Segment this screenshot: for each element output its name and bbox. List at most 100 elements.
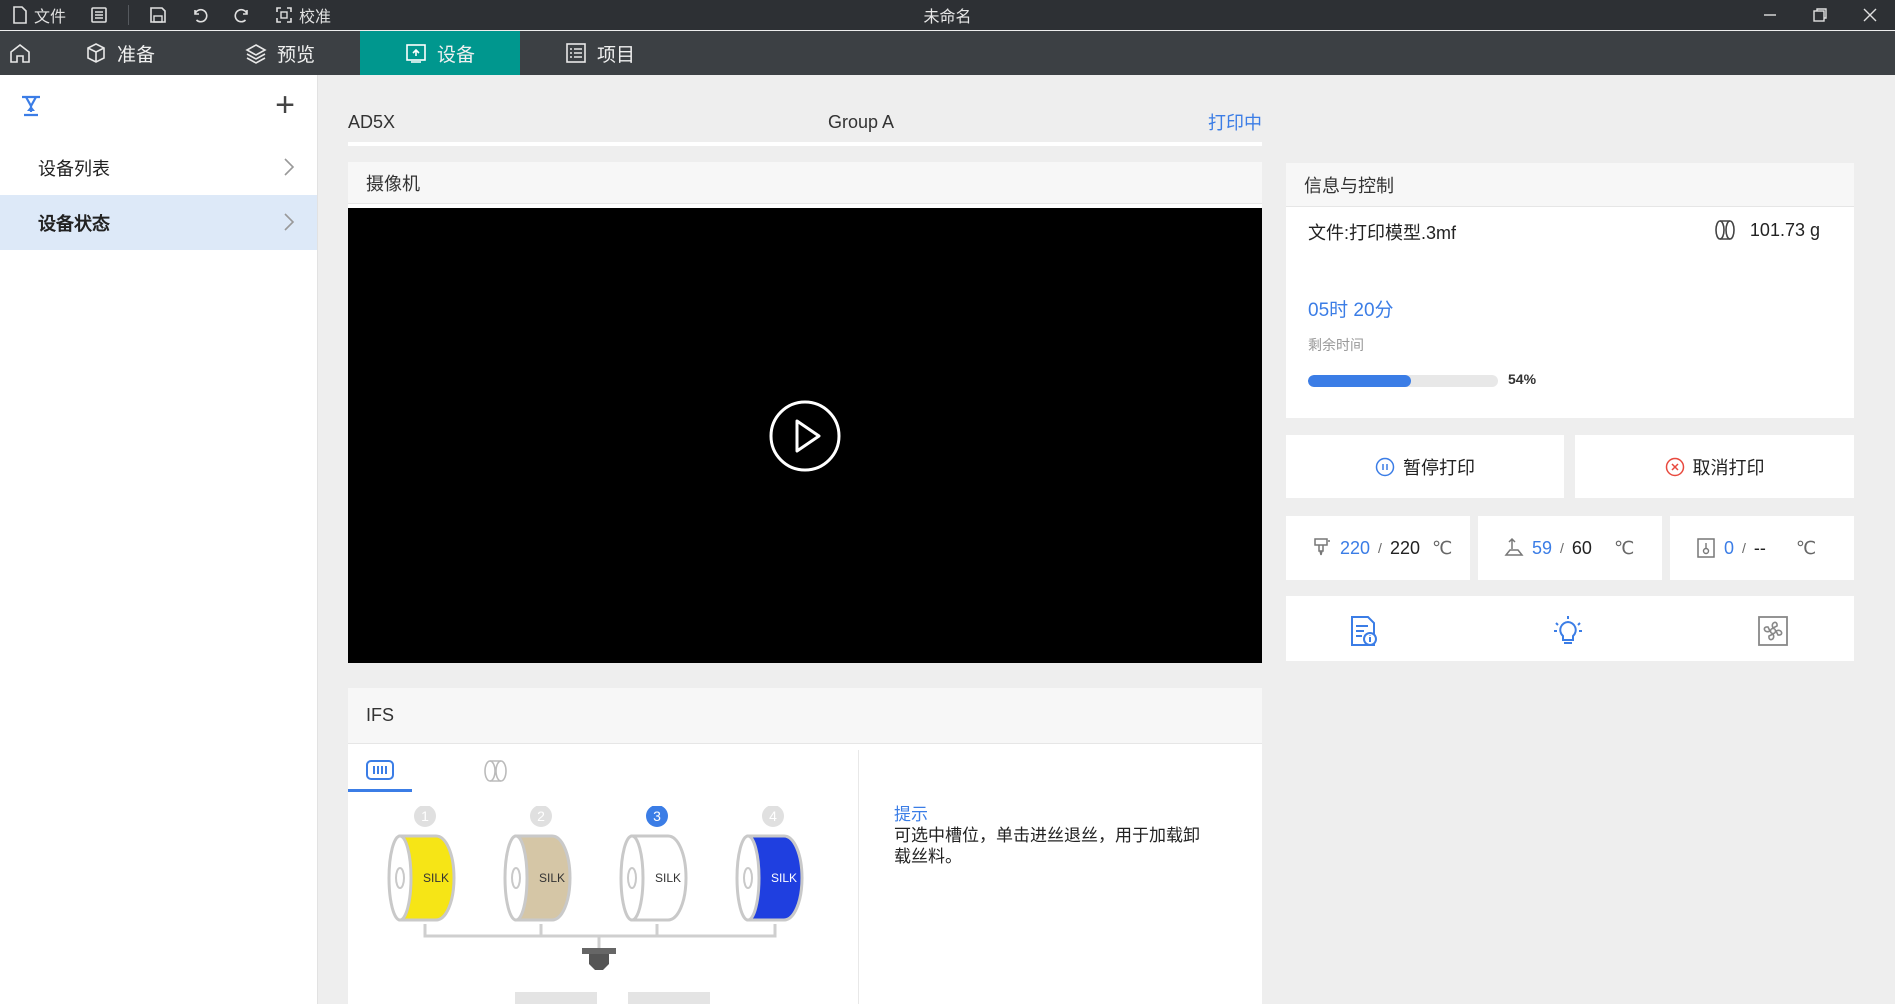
print-progress-fill	[1308, 375, 1411, 387]
sidebar-item-label: 设备列表	[38, 158, 110, 179]
ifs-slot-3[interactable]: 3 SILK	[619, 806, 688, 922]
cancel-icon	[1665, 457, 1684, 476]
extruder	[582, 948, 616, 954]
tab-prepare[interactable]: 准备	[40, 31, 200, 75]
sidebar: + 设备列表 设备状态	[0, 75, 318, 1004]
device-name: AD5X	[348, 111, 396, 132]
sidebar-item-device-status[interactable]: 设备状态	[0, 195, 317, 250]
print-progress-text: 54%	[1508, 371, 1537, 387]
slot-number: 3	[653, 808, 661, 824]
menu-button[interactable]	[78, 0, 120, 30]
play-icon[interactable]	[768, 399, 842, 473]
cube-icon	[87, 43, 105, 63]
menu-icon	[91, 7, 107, 23]
tab-preview[interactable]: 预览	[200, 31, 360, 75]
tab-project[interactable]: 项目	[520, 31, 680, 75]
bed-temperature[interactable]: 59 / 60 ℃	[1478, 516, 1662, 580]
ifs-panel: IFS 1 SILK 2 SILK 3 SILK 4 SILK 提示 可选中槽位…	[348, 688, 1262, 1004]
pause-icon	[1375, 457, 1395, 476]
save-button[interactable]	[137, 0, 179, 30]
ifs-slot-1[interactable]: 1 SILK	[387, 806, 456, 922]
ifs-divider	[858, 750, 859, 1004]
filament-slots: 1 SILK 2 SILK 3 SILK 4 SILK	[387, 806, 804, 1004]
ifs-tip: 提示 可选中槽位，单击进丝退丝，用于加载卸载丝料。	[894, 804, 1214, 867]
add-device-button[interactable]: +	[275, 88, 295, 122]
slot-number: 1	[421, 808, 429, 824]
tab-multi-slot[interactable]	[348, 750, 412, 792]
file-icon	[13, 6, 27, 24]
multi-slot-icon	[366, 759, 394, 780]
tab-device[interactable]: 设备	[360, 31, 520, 75]
ifs-slot-2[interactable]: 2 SILK	[503, 806, 572, 922]
titlebar-divider	[128, 5, 130, 25]
layers-icon	[245, 44, 267, 64]
home-icon	[10, 43, 30, 63]
temp-separator: /	[1378, 540, 1382, 556]
bed-temp-target: 60	[1571, 537, 1592, 558]
print-info-icon[interactable]	[1346, 614, 1380, 648]
bed-temp-current: 59	[1532, 537, 1553, 558]
pause-print-label: 暂停打印	[1403, 457, 1475, 478]
info-control-panel: 信息与控制 文件:打印模型.3mf 101.73 g 05时 20分 剩余时间 …	[1286, 163, 1854, 418]
file-menu-label: 文件	[34, 9, 67, 26]
spool-icon	[1715, 220, 1735, 240]
device-icon	[406, 44, 426, 63]
calibrate-icon	[276, 7, 292, 23]
save-icon	[150, 7, 166, 23]
slot-label: SILK	[423, 871, 449, 885]
sidebar-item-device-list[interactable]: 设备列表	[0, 140, 317, 195]
chamber-temp-current: 0	[1724, 537, 1735, 558]
slot-number: 4	[769, 808, 777, 824]
unload-filament-button[interactable]	[628, 992, 710, 1004]
light-bulb-icon[interactable]	[1551, 614, 1585, 648]
device-group: Group A	[828, 111, 895, 132]
undo-button[interactable]	[179, 0, 221, 30]
pause-print-button[interactable]: 暂停打印	[1286, 435, 1564, 498]
calibrate-button[interactable]: 校准	[263, 0, 343, 30]
minimize-button[interactable]	[1745, 0, 1795, 30]
main-nav: 准备 预览 设备 项目	[0, 31, 1895, 75]
load-filament-button[interactable]	[515, 992, 597, 1004]
cancel-print-button[interactable]: 取消打印	[1575, 435, 1854, 498]
list-icon	[566, 43, 586, 63]
spool-icon	[484, 760, 507, 782]
filament-weight: 101.73 g	[1714, 219, 1820, 241]
camera-panel: 摄像机	[348, 162, 1262, 663]
temp-unit: ℃	[1613, 537, 1635, 558]
chamber-temp-target: --	[1753, 537, 1766, 558]
chamber-temperature[interactable]: 0 / -- ℃	[1670, 516, 1854, 580]
redo-icon	[234, 8, 248, 23]
sidebar-item-label: 设备状态	[38, 213, 110, 234]
calibrate-label: 校准	[299, 9, 332, 26]
slot-label: SILK	[539, 871, 565, 885]
chevron-right-icon	[284, 158, 295, 176]
chamber-icon	[1697, 538, 1715, 558]
restore-button[interactable]	[1795, 0, 1845, 30]
home-button[interactable]	[0, 31, 40, 75]
tip-text: 可选中槽位，单击进丝退丝，用于加载卸载丝料。	[894, 826, 1200, 866]
redo-button[interactable]	[221, 0, 263, 30]
ifs-slot-4[interactable]: 4 SILK	[735, 806, 804, 922]
nozzle-temperature[interactable]: 220 / 220 ℃	[1286, 516, 1470, 580]
camera-title: 摄像机	[348, 162, 1262, 204]
nozzle-temp-target: 220	[1389, 537, 1420, 558]
temp-unit: ℃	[1795, 537, 1817, 558]
slot-number: 2	[537, 808, 545, 824]
window-controls	[1745, 0, 1895, 30]
tab-preview-label: 预览	[276, 44, 315, 66]
file-menu[interactable]: 文件	[0, 0, 78, 30]
tab-single-spool[interactable]	[464, 750, 528, 792]
fan-icon[interactable]	[1756, 614, 1790, 648]
bed-icon	[1504, 537, 1524, 556]
tab-project-label: 项目	[596, 44, 635, 66]
print-file-name: 文件:打印模型.3mf	[1308, 223, 1457, 243]
tab-prepare-label: 准备	[116, 44, 155, 66]
undo-icon	[194, 8, 208, 23]
close-button[interactable]	[1845, 0, 1895, 30]
temp-separator: /	[1742, 540, 1746, 556]
printer-logo-icon	[22, 95, 40, 117]
close-icon	[1863, 8, 1877, 22]
temp-unit: ℃	[1431, 537, 1453, 558]
device-status: 打印中	[1208, 113, 1262, 133]
tool-bar	[1286, 596, 1854, 661]
